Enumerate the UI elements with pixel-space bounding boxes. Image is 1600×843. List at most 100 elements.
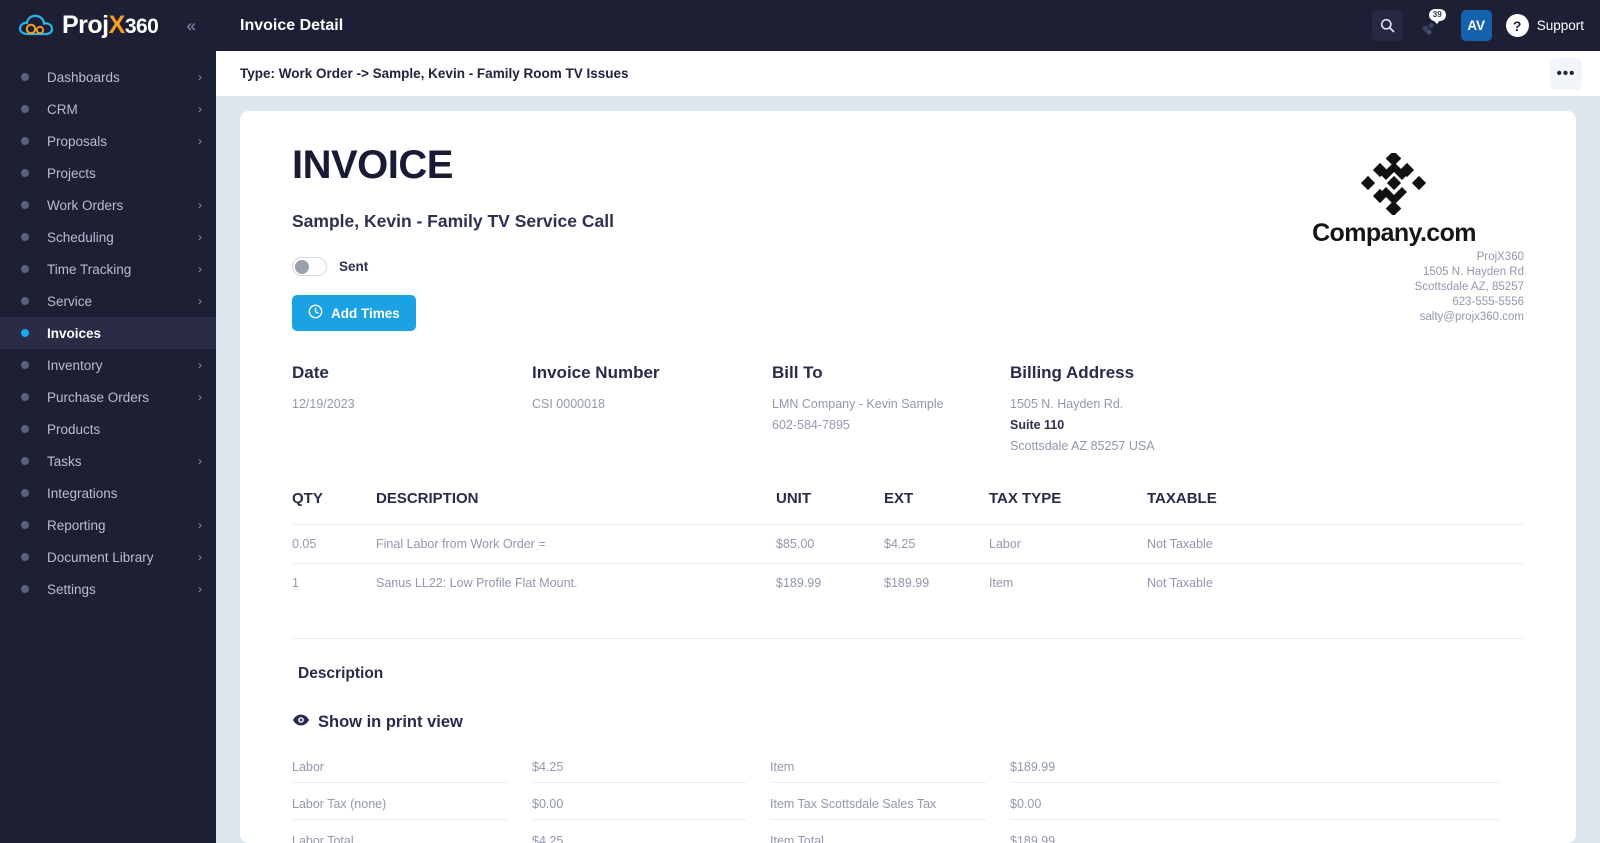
more-options-button[interactable]: ••• <box>1550 57 1582 90</box>
company-address-line: 623-555-5556 <box>1452 296 1524 308</box>
totals-summary-grid: Labor $4.25 Item $189.99 Labor Tax (none) $0.… <box>292 746 1524 843</box>
sidebar-item-label: Projects <box>47 165 96 181</box>
summary-left-label: Labor <box>292 746 508 783</box>
cell-qty: 1 <box>292 563 376 602</box>
notifications-icon[interactable]: 39 <box>1417 8 1447 41</box>
bullet-icon <box>21 233 29 241</box>
sidebar-item-label: Document Library <box>47 549 154 565</box>
brand-name: ProjX360 <box>62 11 159 39</box>
sidebar-item-label: Service <box>47 293 93 309</box>
notification-badge: 39 <box>1428 8 1446 24</box>
bullet-icon <box>21 105 29 113</box>
bullet-icon <box>21 201 29 209</box>
chevron-right-icon: › <box>198 134 202 148</box>
sidebar-item-service[interactable]: Service › <box>0 285 216 317</box>
cell-description: Final Labor from Work Order = <box>376 524 776 564</box>
invoice-heading: INVOICE <box>292 143 453 187</box>
cell-taxable: Not Taxable <box>1147 524 1524 564</box>
table-row[interactable]: 0.05 Final Labor from Work Order = $85.00 $… <box>292 524 1524 564</box>
field-billing-address-line2: Suite 110 <box>1010 418 1065 432</box>
sidebar-item-settings[interactable]: Settings › <box>0 573 216 605</box>
column-header: EXT <box>884 490 914 507</box>
bullet-icon <box>21 457 29 465</box>
sidebar-item-inventory[interactable]: Inventory › <box>0 349 216 381</box>
sidebar-item-projects[interactable]: Projects <box>0 157 216 189</box>
summary-right-label: Item Tax Scottsdale Sales Tax <box>770 783 986 820</box>
sidebar-item-document-library[interactable]: Document Library › <box>0 541 216 573</box>
sidebar-item-work-orders[interactable]: Work Orders › <box>0 189 216 221</box>
column-header: TAX TYPE <box>989 490 1062 507</box>
column-header: UNIT <box>776 490 811 507</box>
eye-icon <box>292 713 310 732</box>
page-title: Invoice Detail <box>240 16 344 34</box>
cell-ext: $189.99 <box>884 563 989 602</box>
toggle-knob <box>295 260 309 274</box>
bullet-icon <box>21 521 29 529</box>
table-row[interactable]: 1 Sanus LL22: Low Profile Flat Mount. $189… <box>292 563 1524 602</box>
sidebar-item-integrations[interactable]: Integrations <box>0 477 216 509</box>
company-address-line: salty@projx360.com <box>1419 311 1524 323</box>
line-items-table: QTY DESCRIPTION UNIT EXT TAX TYPE TAXABLE 0.0… <box>292 490 1524 602</box>
sidebar-item-time-tracking[interactable]: Time Tracking › <box>0 253 216 285</box>
sidebar-item-scheduling[interactable]: Scheduling › <box>0 221 216 253</box>
company-name: Company.com <box>1312 219 1476 247</box>
chevron-right-icon: › <box>198 294 202 308</box>
cell-unit: $85.00 <box>776 524 884 564</box>
question-mark-icon: ? <box>1505 14 1529 37</box>
invoice-header-left: INVOICE Sample, Kevin - Family TV Servic… <box>292 145 1264 331</box>
chevron-right-icon: › <box>198 390 202 404</box>
summary-left-label: Labor Tax (none) <box>292 783 508 820</box>
sidebar-item-crm[interactable]: CRM › <box>0 93 216 125</box>
breadcrumb: Type: Work Order -> Sample, Kevin - Fami… <box>240 66 629 81</box>
sidebar-item-dashboards[interactable]: Dashboards › <box>0 61 216 93</box>
field-billing-address-line3: Scottsdale AZ 85257 USA <box>1010 439 1155 453</box>
company-address-line: Scottsdale AZ, 85257 <box>1414 281 1524 293</box>
summary-right-value: $189.99 <box>1010 746 1500 783</box>
sidebar-collapse-icon[interactable]: « <box>187 16 200 36</box>
sidebar-item-purchase-orders[interactable]: Purchase Orders › <box>0 381 216 413</box>
sidebar-item-tasks[interactable]: Tasks › <box>0 445 216 477</box>
top-bar: Invoice Detail 39 AV ? Support <box>216 0 1600 51</box>
chevron-right-icon: › <box>198 102 202 116</box>
avatar[interactable]: AV <box>1460 10 1492 41</box>
bullet-icon <box>21 137 29 145</box>
bullet-icon <box>21 393 29 401</box>
sidebar-item-label: Work Orders <box>47 197 124 213</box>
field-invoice-number: Invoice Number CSI 0000018 <box>532 363 772 453</box>
show-in-print-view-toggle[interactable]: Show in print view <box>292 713 463 732</box>
sidebar-item-reporting[interactable]: Reporting › <box>0 509 216 541</box>
chevron-right-icon: › <box>198 230 202 244</box>
sent-toggle[interactable] <box>292 257 327 276</box>
chevron-right-icon: › <box>198 550 202 564</box>
chevron-right-icon: › <box>198 518 202 532</box>
show-in-print-view-label: Show in print view <box>318 713 463 731</box>
cell-qty: 0.05 <box>292 524 376 564</box>
main-area: Invoice Detail 39 AV ? Support Type: Wor… <box>216 0 1600 843</box>
search-icon[interactable] <box>1371 10 1403 41</box>
summary-left-value: $0.00 <box>532 783 746 820</box>
sidebar: ProjX360 « Dashboards › CRM › Proposals › Proj… <box>0 0 216 843</box>
sidebar-item-invoices[interactable]: Invoices <box>0 317 216 349</box>
bullet-icon <box>21 73 29 81</box>
field-date: Date 12/19/2023 <box>292 363 532 453</box>
bullet-icon <box>21 265 29 273</box>
add-times-button[interactable]: Add Times <box>292 295 416 331</box>
column-header: QTY <box>292 490 323 507</box>
field-date-value: 12/19/2023 <box>292 397 355 411</box>
breadcrumb-bar: Type: Work Order -> Sample, Kevin - Fami… <box>216 51 1600 96</box>
summary-left-value: $4.25 <box>532 746 746 783</box>
add-times-label: Add Times <box>331 305 400 321</box>
summary-left-value: $4.25 <box>532 820 746 843</box>
sidebar-item-products[interactable]: Products <box>0 413 216 445</box>
sidebar-item-proposals[interactable]: Proposals › <box>0 125 216 157</box>
top-bar-actions: 39 AV ? Support <box>1371 8 1584 41</box>
support-button[interactable]: ? Support <box>1505 14 1584 37</box>
description-section: Description Show in print view <box>292 638 1524 732</box>
cell-taxable: Not Taxable <box>1147 563 1524 602</box>
app-root: ProjX360 « Dashboards › CRM › Proposals › Proj… <box>0 0 1600 843</box>
field-bill-to-line2: 602-584-7895 <box>772 418 850 432</box>
projx360-logo[interactable]: ProjX360 <box>18 11 159 39</box>
sidebar-item-label: Time Tracking <box>47 261 132 277</box>
support-label: Support <box>1536 18 1584 33</box>
sidebar-item-label: Integrations <box>47 485 118 501</box>
